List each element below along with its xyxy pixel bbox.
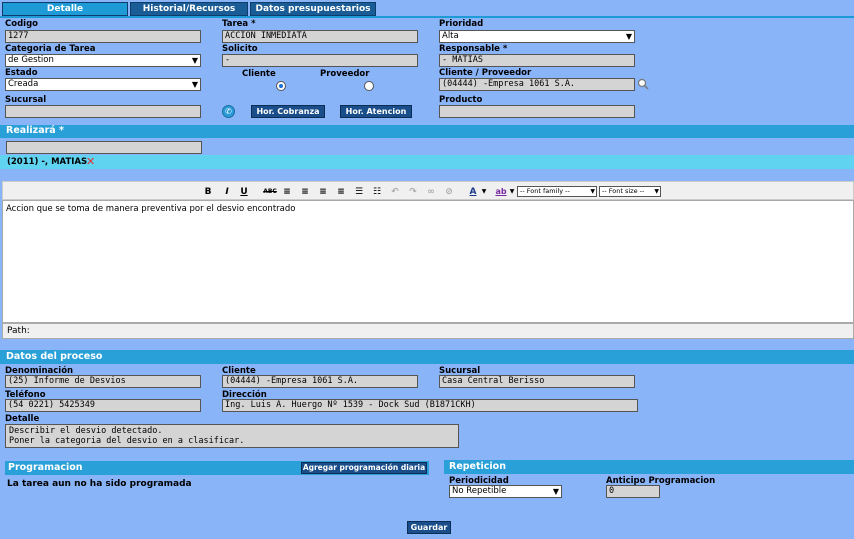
prioridad-value: Alta	[442, 31, 459, 41]
editor-content: Accion que se toma de manera preventiva …	[6, 204, 296, 214]
path-label: Path:	[7, 326, 30, 336]
responsable-field[interactable]: - MATIAS	[439, 54, 635, 67]
chevron-down-icon: ▼	[552, 487, 559, 496]
link-icon[interactable]: ∞	[425, 186, 437, 198]
underline-button[interactable]: U	[239, 186, 249, 198]
assigned-user: (2011) -, MATIAS	[7, 157, 88, 167]
remove-user-icon[interactable]: ✕	[86, 155, 95, 168]
estado-value: Creada	[8, 79, 39, 89]
prioridad-select[interactable]: Alta ▼	[439, 30, 635, 43]
align-right-icon[interactable]: ≡	[317, 186, 329, 198]
chevron-down-icon: ▼	[191, 56, 198, 65]
tab-detalle[interactable]: Detalle	[2, 2, 128, 16]
unlink-icon[interactable]: ⊘	[443, 186, 455, 198]
detalle-label: Detalle	[5, 414, 40, 424]
align-left-icon[interactable]: ≡	[281, 186, 293, 198]
tab-datos-presupuestarios[interactable]: Datos presupuestarios	[250, 2, 376, 16]
tarea-label: Tarea *	[222, 19, 256, 29]
sucursal-label: Sucursal	[5, 95, 47, 105]
proceso-cliente-field[interactable]: (04444) -Empresa 1061 S.A.	[222, 375, 418, 388]
chevron-down-icon[interactable]: ▼	[480, 186, 488, 198]
chevron-down-icon: ▼	[625, 32, 632, 41]
tab-underline	[0, 16, 854, 18]
solicito-label: Solicito	[222, 44, 258, 54]
categoria-value: de Gestion	[8, 55, 54, 65]
chevron-down-icon: ▼	[654, 188, 659, 195]
text-color-icon[interactable]: A	[466, 186, 480, 198]
denominacion-field[interactable]: (25) Informe de Desvios	[5, 375, 201, 388]
font-size-value: -- Font size --	[602, 187, 645, 195]
estado-select[interactable]: Creada ▼	[5, 78, 201, 91]
periodicidad-value: No Repetible	[452, 486, 507, 496]
guardar-button[interactable]: Guardar	[407, 521, 451, 534]
telefono-field[interactable]: (54 0221) 5425349	[5, 399, 201, 412]
categoria-select[interactable]: de Gestion ▼	[5, 54, 201, 67]
align-justify-icon[interactable]: ≡	[335, 186, 347, 198]
strikethrough-button[interactable]: ABC	[263, 186, 277, 198]
hor-atencion-button[interactable]: Hor. Atencion	[340, 105, 412, 118]
chevron-down-icon: ▼	[191, 80, 198, 89]
sucursal-field[interactable]	[5, 105, 201, 118]
numbered-list-icon[interactable]: ☷	[371, 186, 383, 198]
solicito-field[interactable]: -	[222, 54, 418, 67]
detalle-textarea[interactable]: Describir el desvio detectado. Poner la …	[5, 424, 459, 448]
undo-icon[interactable]: ↶	[389, 186, 401, 198]
assigned-strip	[0, 155, 854, 169]
chevron-down-icon[interactable]: ▼	[508, 186, 516, 198]
search-client-icon[interactable]	[637, 78, 649, 90]
realizara-input[interactable]	[6, 141, 202, 154]
tarea-field[interactable]: ACCION INMEDIATA	[222, 30, 418, 43]
detalle-line-1: Describir el desvio detectado.	[9, 426, 163, 436]
italic-button[interactable]: I	[222, 186, 232, 198]
categoria-label: Categoria de Tarea	[5, 44, 96, 54]
highlight-color-icon[interactable]: ab	[494, 186, 508, 198]
detalle-line-2: Poner la categoria del desvio en a clasi…	[9, 436, 245, 446]
proceso-sucursal-field[interactable]: Casa Central Berisso	[439, 375, 635, 388]
editor-path-bar: Path:	[2, 323, 854, 339]
cliente-proveedor-label: Cliente / Proveedor	[439, 68, 532, 78]
font-size-select[interactable]: -- Font size -- ▼	[599, 186, 661, 197]
prioridad-label: Prioridad	[439, 19, 484, 29]
redo-icon[interactable]: ↷	[407, 186, 419, 198]
proveedor-radio[interactable]	[364, 81, 374, 91]
hor-cobranza-button[interactable]: Hor. Cobranza	[251, 105, 325, 118]
datos-proceso-header: Datos del proceso	[0, 350, 854, 364]
bullet-list-icon[interactable]: ☰	[353, 186, 365, 198]
codigo-label: Codigo	[5, 19, 38, 29]
phone-icon[interactable]: ✆	[222, 105, 235, 118]
anticipo-field[interactable]: 0	[606, 485, 660, 498]
direccion-field[interactable]: Ing. Luis A. Huergo Nº 1539 - Dock Sud (…	[222, 399, 638, 412]
programacion-empty-text: La tarea aun no ha sido programada	[7, 479, 192, 489]
rich-text-editor[interactable]: Accion que se toma de manera preventiva …	[2, 200, 854, 323]
bold-button[interactable]: B	[203, 186, 213, 198]
repeticion-title: Repeticion	[449, 461, 506, 472]
proveedor-radio-label: Proveedor	[320, 69, 370, 79]
cliente-proveedor-field[interactable]: (04444) -Empresa 1061 S.A.	[439, 78, 635, 91]
producto-field[interactable]	[439, 105, 635, 118]
font-family-value: -- Font family --	[520, 187, 570, 195]
codigo-field[interactable]: 1277	[5, 30, 201, 43]
repeticion-header: Repeticion	[444, 460, 854, 474]
cliente-radio[interactable]	[276, 81, 286, 91]
chevron-down-icon: ▼	[590, 188, 595, 195]
tab-historial-recursos[interactable]: Historial/Recursos	[130, 2, 248, 16]
responsable-label: Responsable *	[439, 44, 508, 54]
realizara-header: Realizará *	[0, 125, 854, 138]
estado-label: Estado	[5, 68, 38, 78]
cliente-radio-label: Cliente	[242, 69, 276, 79]
agregar-programacion-button[interactable]: Agregar programación diaria	[301, 462, 427, 474]
programacion-title: Programacion	[8, 462, 83, 473]
font-family-select[interactable]: -- Font family -- ▼	[517, 186, 597, 197]
align-center-icon[interactable]: ≡	[299, 186, 311, 198]
periodicidad-select[interactable]: No Repetible ▼	[449, 485, 562, 498]
producto-label: Producto	[439, 95, 483, 105]
